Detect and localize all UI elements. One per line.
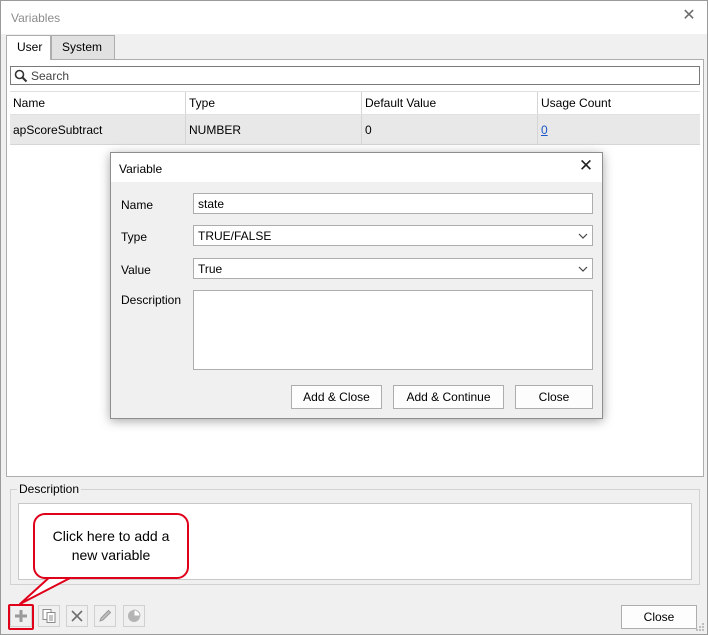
chevron-down-icon [578, 233, 588, 239]
add-button-highlight [8, 604, 34, 630]
tab-system[interactable]: System [51, 35, 115, 59]
name-input[interactable] [198, 196, 592, 211]
usage-chart-icon [128, 609, 141, 622]
edit-icon [99, 609, 112, 622]
chevron-down-icon [578, 266, 588, 272]
search-icon [14, 69, 28, 83]
dialog-title-bar: Variable ✕ [111, 153, 602, 182]
delete-variable-button[interactable] [66, 605, 88, 627]
edit-variable-button[interactable] [94, 605, 116, 627]
value-label: Value [121, 263, 151, 277]
cell-name: apScoreSubtract [10, 115, 186, 144]
search-box[interactable] [10, 66, 700, 85]
usage-button[interactable] [123, 605, 145, 627]
search-input[interactable] [31, 68, 691, 83]
cell-usage-count: 0 [538, 115, 700, 144]
variable-dialog: Variable ✕ Name Type TRUE/FALSE Value Tr… [110, 152, 603, 419]
description-label: Description [121, 293, 182, 307]
copy-icon [42, 609, 56, 623]
close-button[interactable]: Close [621, 605, 697, 629]
column-header-name[interactable]: Name [10, 92, 186, 114]
delete-icon [71, 610, 83, 622]
dialog-close-button[interactable]: Close [515, 385, 593, 409]
copy-variable-button[interactable] [38, 605, 60, 627]
description-group-label: Description [17, 482, 82, 496]
callout-text-line2: new variable [71, 547, 151, 563]
window-close-icon[interactable]: ✕ [681, 8, 697, 24]
name-label: Name [121, 198, 154, 212]
table-header: Name Type Default Value Usage Count [10, 91, 700, 115]
type-select[interactable]: TRUE/FALSE [193, 225, 593, 246]
value-selected-value: True [198, 261, 223, 276]
add-and-close-button[interactable]: Add & Close [291, 385, 382, 409]
name-field[interactable] [193, 193, 593, 214]
type-label: Type [121, 230, 148, 244]
cell-type: NUMBER [186, 115, 362, 144]
resize-grip-icon[interactable] [695, 622, 705, 632]
title-bar: Variables ✕ [1, 1, 707, 34]
value-select[interactable]: True [193, 258, 593, 279]
usage-count-link[interactable]: 0 [541, 123, 548, 137]
description-textarea[interactable] [193, 290, 593, 370]
column-header-type[interactable]: Type [186, 92, 362, 114]
callout-annotation: Click here to add a new variable [33, 513, 189, 579]
window-title: Variables [11, 11, 61, 25]
table-row[interactable]: apScoreSubtract NUMBER 0 0 [10, 115, 700, 145]
dialog-close-icon[interactable]: ✕ [578, 157, 594, 174]
tab-user[interactable]: User [6, 35, 51, 60]
cell-default-value: 0 [362, 115, 538, 144]
column-header-usage-count[interactable]: Usage Count [538, 92, 700, 114]
add-and-continue-button[interactable]: Add & Continue [393, 385, 504, 409]
column-header-default-value[interactable]: Default Value [362, 92, 538, 114]
dialog-title: Variable [119, 162, 163, 176]
callout-text-line1: Click here to add a [52, 528, 170, 544]
type-selected-value: TRUE/FALSE [198, 228, 272, 243]
